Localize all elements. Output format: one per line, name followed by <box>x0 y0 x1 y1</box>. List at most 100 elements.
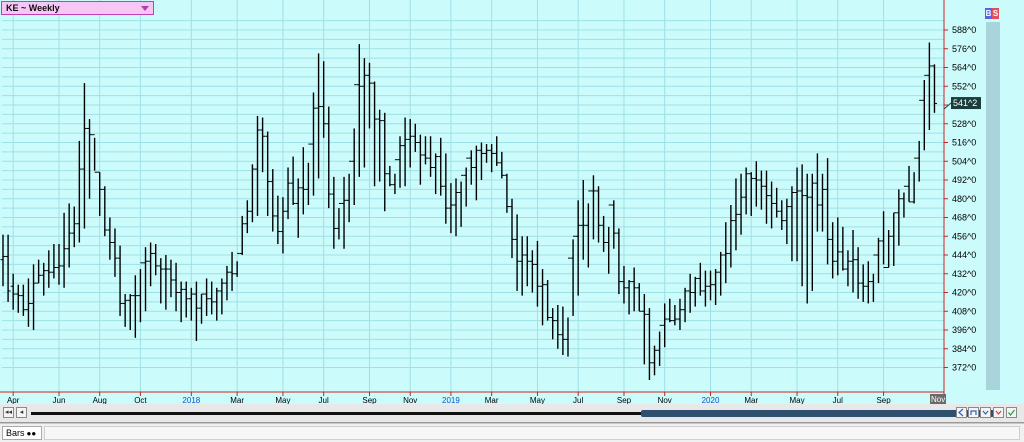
ohlc-bar <box>280 197 286 254</box>
ohlc-bar <box>158 258 164 304</box>
ohlc-bar <box>835 217 841 276</box>
ohlc-bar <box>305 143 311 205</box>
symbol-selector[interactable]: KE ~ Weekly <box>1 1 154 15</box>
ohlc-bar <box>641 294 647 365</box>
scroll-right-button[interactable] <box>993 407 1004 418</box>
scroll-thumb[interactable] <box>641 410 994 417</box>
horizontal-scrollbar[interactable]: ◂◂ ◂ <box>0 404 1024 423</box>
ohlc-bar <box>239 215 245 255</box>
month-tick-label: Nov <box>658 396 672 404</box>
ohlc-bar <box>697 262 703 296</box>
link-icon: ●● <box>26 429 37 438</box>
ohlc-bar <box>677 298 683 330</box>
month-tick-label: May <box>530 396 545 404</box>
price-axis-labels: 588^0576^0564^0552^0540^0528^0516^0504^0… <box>944 25 976 373</box>
ohlc-bar <box>122 294 128 327</box>
ohlc-bar <box>845 250 851 287</box>
ohlc-bar <box>41 262 47 296</box>
ohlc-bar <box>46 250 52 288</box>
price-tick-label: 444^0 <box>952 250 976 260</box>
ohlc-bar <box>713 269 719 305</box>
scroll-left-button[interactable]: ◂ <box>16 407 27 418</box>
dropdown-caret-icon[interactable] <box>141 6 149 11</box>
ohlc-bar <box>774 187 780 218</box>
ohlc-bar <box>662 303 668 348</box>
chart-area[interactable]: 588^0576^0564^0552^0540^0528^0516^0504^0… <box>0 0 1024 405</box>
ohlc-bar <box>652 345 658 376</box>
ohlc-bar <box>153 244 159 276</box>
price-tick-label: 468^0 <box>952 213 976 223</box>
ohlc-bar <box>321 61 327 138</box>
ohlc-bar <box>626 280 632 315</box>
price-panel-scroll-strip[interactable] <box>986 22 1000 390</box>
bs-toggle[interactable]: B S <box>985 8 999 19</box>
arrow-left-icon <box>958 408 964 417</box>
ohlc-bar <box>25 278 31 327</box>
ohlc-bar <box>545 280 551 321</box>
zoom-out-button[interactable] <box>980 407 991 418</box>
ohlc-bar <box>901 185 907 218</box>
ohlc-bar <box>316 53 322 179</box>
ohlc-bar <box>356 44 362 177</box>
zoom-in-button[interactable] <box>968 407 979 418</box>
ohlc-bar <box>382 112 388 212</box>
status-bar: Bars ●● <box>0 423 1024 442</box>
price-tick-label: 504^0 <box>952 156 976 166</box>
ohlc-bar <box>209 281 215 315</box>
scroll-step-left-button[interactable] <box>956 407 967 418</box>
ohlc-bar <box>300 147 306 215</box>
ohlc-bar <box>270 169 276 232</box>
ohlc-bar <box>529 250 535 293</box>
ohlc-bar <box>102 186 108 237</box>
last-price-pointer <box>943 102 952 110</box>
month-tick-label: Sep <box>617 396 632 404</box>
scroll-start-button[interactable]: ◂◂ <box>3 407 14 418</box>
price-tick-label: 564^0 <box>952 63 976 73</box>
ohlc-bar <box>769 181 775 229</box>
ohlc-bar <box>265 131 271 216</box>
scroll-track[interactable] <box>31 412 641 415</box>
ohlc-bar <box>112 228 118 277</box>
month-tick-label: Mar <box>230 396 244 404</box>
price-tick-label: 576^0 <box>952 44 976 54</box>
ohlc-bar <box>611 200 617 249</box>
check-icon <box>1008 409 1015 416</box>
ohlc-bar <box>743 167 749 215</box>
ohlc-bar <box>361 58 367 168</box>
ohlc-bar <box>173 262 179 312</box>
price-tick-label: 420^0 <box>952 288 976 298</box>
ohlc-bar <box>708 270 714 301</box>
price-tick-label: 492^0 <box>952 175 976 185</box>
month-tick-label: Jul <box>319 396 329 404</box>
ohlc-bar <box>132 275 138 338</box>
ohlc-bar <box>565 257 571 357</box>
ohlc-bar <box>204 278 210 316</box>
month-tick-label: Jun <box>53 396 66 404</box>
ohlc-bar <box>484 144 490 163</box>
ohlc-bar <box>351 84 357 205</box>
ohlc-bar <box>285 167 291 220</box>
ohlc-bar <box>244 200 250 234</box>
ohlc-bar <box>92 134 98 173</box>
ohlc-bar <box>199 293 205 324</box>
toggle-s-button[interactable]: S <box>992 8 999 19</box>
ohlc-bar <box>570 235 576 316</box>
ohlc-bar <box>870 254 876 302</box>
ohlc-bar <box>575 200 581 296</box>
ohlc-bar <box>422 136 428 165</box>
ohlc-bar <box>560 306 566 355</box>
ohlc-bar <box>66 203 72 268</box>
price-tick-label: 432^0 <box>952 269 976 279</box>
ohlc-bar <box>738 173 744 235</box>
ohlc-bar <box>590 175 596 240</box>
price-chart: 588^0576^0564^0552^0540^0528^0516^0504^0… <box>0 0 1000 404</box>
ohlc-bar <box>636 283 642 312</box>
bars-tab[interactable]: Bars ●● <box>2 426 42 440</box>
ohlc-bar <box>799 164 805 287</box>
ohlc-bar <box>0 234 6 287</box>
month-tick-label: Aug <box>93 396 107 404</box>
scroll-end-button[interactable] <box>1006 407 1017 418</box>
toggle-b-button[interactable]: B <box>985 8 992 19</box>
price-tick-label: 384^0 <box>952 344 976 354</box>
ohlc-bar <box>906 165 912 203</box>
